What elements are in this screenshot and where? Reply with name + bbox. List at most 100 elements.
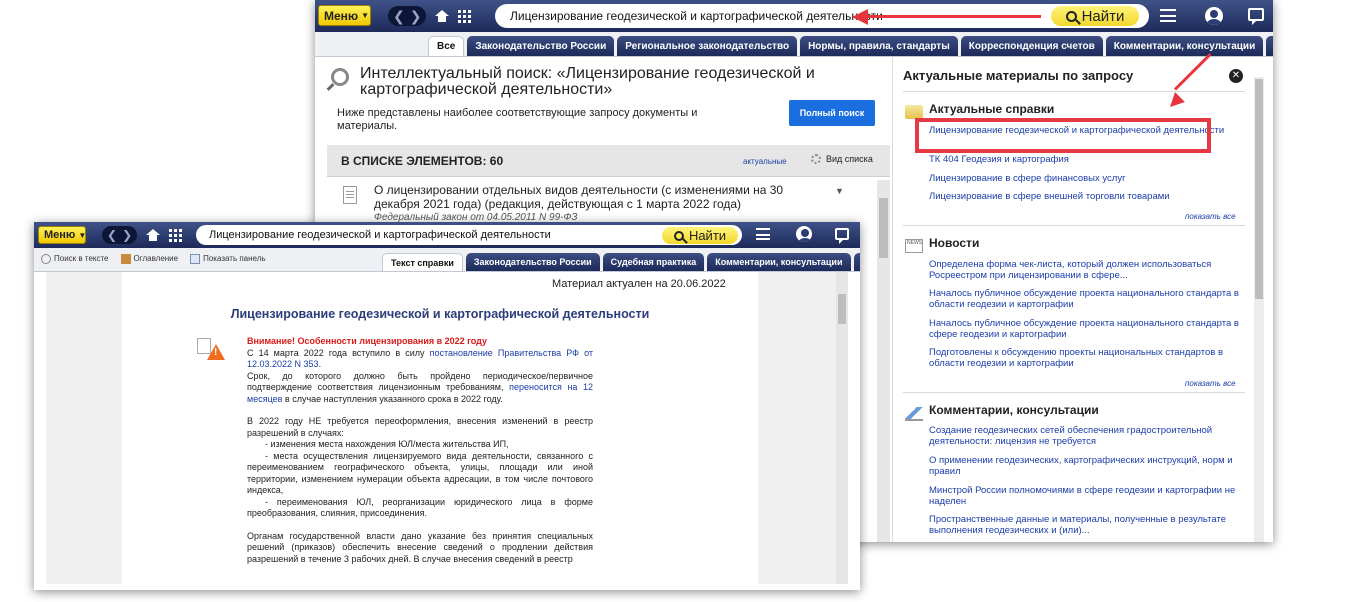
history-arrows: ❮ ❯ bbox=[388, 6, 427, 26]
actual-materials-panel: Актуальные материалы по запросу ✕ Актуал… bbox=[892, 57, 1273, 542]
news-link[interactable]: Началось публичное обсуждение проекта на… bbox=[929, 288, 1249, 310]
actual-date: Материал актуален на 20.06.2022 bbox=[552, 278, 726, 290]
scroll-thumb[interactable] bbox=[879, 198, 888, 258]
find-button[interactable]: Найти bbox=[1051, 6, 1139, 26]
menu-burger-icon[interactable] bbox=[756, 228, 770, 240]
tab-norms-rules[interactable]: Нормы, правила, стандарты bbox=[800, 36, 958, 56]
list-header: В СПИСКЕ ЭЛЕМЕНТОВ: 60 актуальные Вид сп… bbox=[327, 145, 890, 177]
tabs-more-icon[interactable]: ▾ bbox=[853, 253, 860, 271]
full-search-button[interactable]: Полный поиск bbox=[789, 100, 875, 126]
contents-button[interactable]: Оглавление bbox=[120, 254, 178, 264]
results-scrollbar[interactable] bbox=[877, 180, 890, 542]
tabs-more-icon[interactable]: ▾ bbox=[1266, 36, 1273, 56]
warning-heading: Внимание! Особенности лицензирования в 2… bbox=[247, 336, 488, 346]
ref-link[interactable]: ТК 404 Геодезия и картография bbox=[929, 154, 1249, 165]
search-in-text-button[interactable]: Поиск в тексте bbox=[41, 254, 109, 264]
top-toolbar: Меню ▼ ❮ ❯ Лицензирование геодезической и … bbox=[34, 222, 860, 248]
tool-label: Показать панель bbox=[203, 254, 266, 264]
document-body: Внимание! Особенности лицензирования в 2… bbox=[247, 336, 593, 565]
document-title: Лицензирование геодезической и картограф… bbox=[230, 307, 650, 321]
tab-russian-legislation[interactable]: Законодательство России bbox=[467, 36, 615, 56]
find-label: Найти bbox=[688, 228, 727, 243]
results-header: Интеллектуальный поиск: «Лицензирование … bbox=[327, 62, 880, 142]
user-icon[interactable] bbox=[1205, 7, 1223, 25]
divider bbox=[903, 225, 1245, 226]
back-arrow-icon[interactable]: ❮ bbox=[107, 226, 117, 244]
news-icon: NEWS bbox=[905, 239, 923, 253]
tab-comments[interactable]: Комментарии, консультации bbox=[1105, 36, 1264, 56]
results-description: Ниже представлены наиболее соответствующ… bbox=[337, 107, 698, 132]
tab-regional-legislation[interactable]: Региональное законодательство bbox=[617, 36, 798, 56]
magnifier-icon bbox=[1065, 10, 1077, 22]
list-count: В СПИСКЕ ЭЛЕМЕНТОВ: 60 bbox=[341, 154, 504, 168]
scroll-thumb[interactable] bbox=[1255, 79, 1263, 299]
menu-burger-icon[interactable] bbox=[1160, 9, 1176, 22]
chat-icon[interactable] bbox=[835, 228, 849, 244]
scroll-thumb[interactable] bbox=[838, 294, 846, 324]
ref-link[interactable]: Лицензирование в сфере финансовых услуг bbox=[929, 173, 1249, 184]
forward-arrow-icon[interactable]: ❯ bbox=[122, 226, 132, 244]
paragraph: - места осуществления лицензируемого вид… bbox=[247, 450, 593, 496]
search-value: Лицензирование геодезической и картограф… bbox=[209, 229, 551, 241]
expand-triangle-icon[interactable]: ▼ bbox=[835, 186, 844, 196]
paragraph: - изменения места нахождения ЮЛ/места жи… bbox=[265, 439, 509, 449]
menu-button[interactable]: Меню ▼ bbox=[38, 226, 86, 244]
nav-group: ❮ ❯ bbox=[388, 6, 472, 26]
doc-title[interactable]: О лицензировании отдельных видов деятель… bbox=[374, 183, 804, 211]
magnifier-icon bbox=[331, 68, 349, 86]
ref-link[interactable]: Лицензирование в сфере внешней торговли … bbox=[929, 191, 1249, 202]
user-icon[interactable] bbox=[796, 226, 812, 242]
tab-comments[interactable]: Комментарии, консультации bbox=[707, 253, 851, 271]
comment-link[interactable]: О применении геодезических, картографиче… bbox=[929, 455, 1249, 477]
divider bbox=[903, 392, 1245, 393]
panel-title: Актуальные материалы по запросу bbox=[903, 68, 1134, 83]
document-icon bbox=[343, 186, 357, 204]
paragraph: Органам государственной власти дано указ… bbox=[247, 530, 593, 564]
paragraph-text: . bbox=[318, 359, 322, 369]
news-link[interactable]: Началось публичное обсуждение проекта на… bbox=[929, 318, 1249, 340]
comment-link[interactable]: Создание геодезических сетей обеспечения… bbox=[929, 425, 1249, 447]
tab-russian-legislation[interactable]: Законодательство России bbox=[465, 253, 600, 271]
news-link[interactable]: Подготовлены к обсуждению проекты национ… bbox=[929, 347, 1249, 369]
view-list-label: Вид списка bbox=[826, 154, 873, 164]
divider bbox=[903, 91, 1245, 92]
doc-tools: Поиск в тексте Оглавление Показать панел… bbox=[41, 254, 266, 264]
nav-group: ❮ ❯ bbox=[102, 226, 183, 244]
document-window: Меню ▼ ❮ ❯ Лицензирование геодезической и … bbox=[34, 222, 860, 590]
actual-filter-link[interactable]: актуальные bbox=[743, 157, 787, 166]
home-icon[interactable] bbox=[435, 10, 450, 22]
back-arrow-icon[interactable]: ❮ bbox=[393, 6, 405, 26]
tab-court-practice[interactable]: Судебная практика bbox=[602, 253, 705, 271]
history-arrows: ❮ ❯ bbox=[102, 226, 138, 244]
tab-account-correspondence[interactable]: Корреспонденция счетов bbox=[960, 36, 1103, 56]
search-input[interactable]: Лицензирование геодезической и картограф… bbox=[196, 225, 742, 245]
comment-link[interactable]: Минстрой России полномочиями в сфере гео… bbox=[929, 485, 1249, 507]
tab-reference-text[interactable]: Текст справки bbox=[382, 253, 463, 271]
comment-link[interactable]: Пространственные данные и материалы, пол… bbox=[929, 514, 1249, 536]
paragraph-text: С 14 марта 2022 года вступило в силу bbox=[247, 347, 430, 358]
tab-all[interactable]: Все bbox=[428, 36, 465, 56]
apps-grid-icon[interactable] bbox=[458, 9, 472, 23]
apps-grid-icon[interactable] bbox=[169, 228, 183, 242]
panel-scrollbar[interactable] bbox=[1254, 77, 1264, 542]
show-all-link[interactable]: показать все bbox=[1185, 212, 1236, 221]
tabs: Все Законодательство России Региональное… bbox=[428, 36, 1273, 56]
menu-button[interactable]: Меню ▼ bbox=[318, 5, 371, 26]
chat-icon[interactable] bbox=[1248, 8, 1264, 25]
forward-arrow-icon[interactable]: ❯ bbox=[410, 6, 422, 26]
magnifier-icon bbox=[673, 230, 684, 241]
document-scrollbar[interactable] bbox=[836, 272, 848, 584]
view-list-button[interactable]: Вид списка bbox=[811, 154, 873, 164]
news-link[interactable]: Определена форма чек-листа, который долж… bbox=[929, 259, 1249, 281]
gear-icon bbox=[811, 154, 821, 164]
results-title: Интеллектуальный поиск: «Лицензирование … bbox=[360, 65, 815, 98]
find-label: Найти bbox=[1081, 7, 1125, 25]
home-icon[interactable] bbox=[146, 229, 161, 241]
folder-icon bbox=[905, 105, 923, 119]
show-all-link[interactable]: показать все bbox=[1185, 379, 1236, 388]
close-icon[interactable]: ✕ bbox=[1229, 69, 1243, 83]
show-panel-button[interactable]: Показать панель bbox=[190, 254, 266, 264]
find-button[interactable]: Найти bbox=[662, 227, 738, 244]
caret-down-icon: ▼ bbox=[361, 11, 370, 20]
search-value: Лицензирование геодезической и картограф… bbox=[510, 9, 883, 23]
